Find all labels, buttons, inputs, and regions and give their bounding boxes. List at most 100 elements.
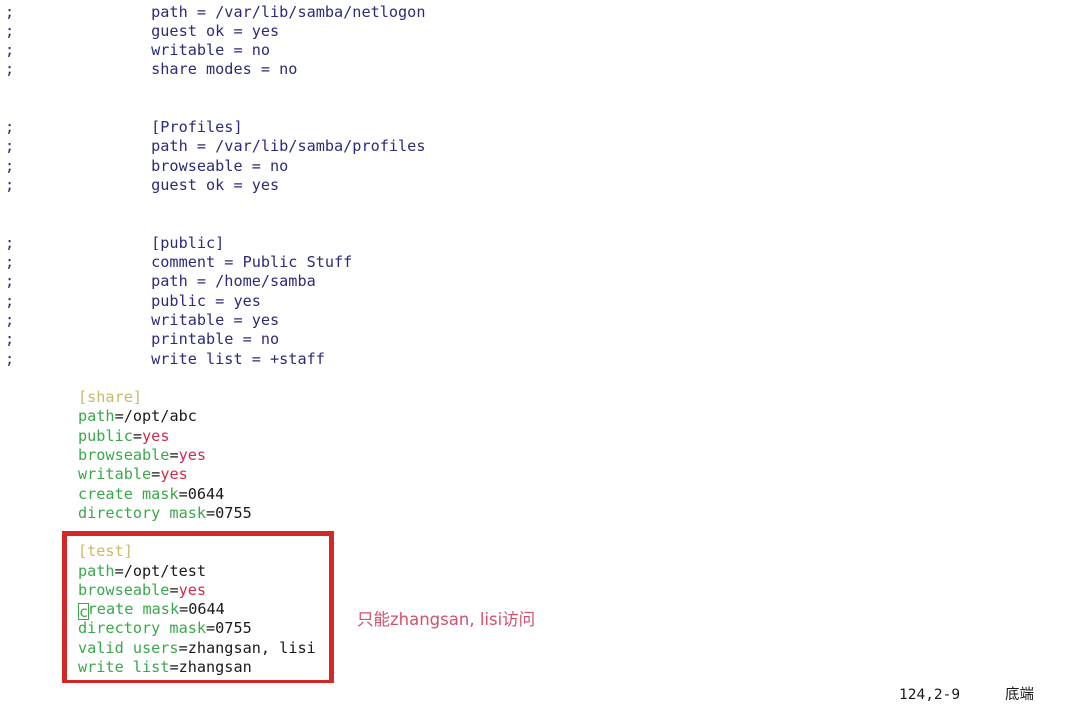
code-line[interactable]: ; share modes = no bbox=[0, 60, 1069, 79]
code-line-text: valid users=zhangsan, lisi bbox=[78, 639, 316, 658]
code-line-text: write list = +staff bbox=[78, 350, 325, 369]
code-token-punct: = bbox=[132, 426, 143, 445]
comment-marker: ; bbox=[5, 156, 15, 175]
code-token-val: yes bbox=[178, 445, 207, 464]
comment-marker: ; bbox=[5, 60, 15, 79]
code-line-text: create mask=0644 bbox=[78, 485, 224, 504]
code-token-val: yes bbox=[142, 426, 170, 445]
code-line[interactable]: public=yes bbox=[0, 427, 1069, 446]
code-line-text: browseable=yes bbox=[78, 446, 206, 465]
code-token-key: directory mask bbox=[78, 503, 207, 522]
code-token-plain: =/opt/abc bbox=[114, 407, 197, 426]
code-token-plain: =/opt/test bbox=[114, 561, 207, 580]
code-token-plain: =0755 bbox=[206, 503, 252, 522]
code-line[interactable]: valid users=zhangsan, lisi bbox=[0, 639, 1069, 658]
code-line[interactable]: browseable=yes bbox=[0, 581, 1069, 600]
code-line[interactable]: ; writable = no bbox=[0, 41, 1069, 60]
comment-marker: ; bbox=[5, 41, 15, 60]
code-line[interactable]: ; comment = Public Stuff bbox=[0, 253, 1069, 272]
code-line-text: path = /var/lib/samba/profiles bbox=[78, 137, 425, 156]
code-token-comment: guest ok = yes bbox=[78, 176, 280, 195]
code-line[interactable]: ; path = /var/lib/samba/netlogon bbox=[0, 3, 1069, 22]
code-token-plain: =0755 bbox=[206, 619, 252, 638]
code-token-comment: path = /var/lib/samba/profiles bbox=[78, 137, 426, 156]
code-token-comment: writable = no bbox=[78, 41, 271, 60]
code-line-text: browseable=yes bbox=[78, 581, 206, 600]
code-line-text: browseable = no bbox=[78, 157, 288, 176]
text-cursor[interactable]: c bbox=[78, 603, 90, 621]
code-line[interactable]: ; browseable = no bbox=[0, 157, 1069, 176]
code-line[interactable]: path=/opt/test bbox=[0, 562, 1069, 581]
code-token-key: reate mask bbox=[87, 600, 180, 619]
code-token-key: path bbox=[78, 561, 115, 580]
code-token-punct: = bbox=[169, 580, 179, 599]
code-token-comment: browseable = no bbox=[78, 156, 289, 175]
vim-status-bar: 124,2-9 底端 bbox=[0, 683, 1069, 707]
code-line-text: writable=yes bbox=[78, 465, 188, 484]
code-token-val: yes bbox=[160, 465, 188, 484]
code-line[interactable] bbox=[0, 80, 1069, 99]
code-token-comment: write list = +staff bbox=[78, 349, 325, 368]
code-token-key: browseable bbox=[78, 580, 170, 599]
code-line[interactable]: ; guest ok = yes bbox=[0, 22, 1069, 41]
code-line[interactable]: write list=zhangsan bbox=[0, 658, 1069, 677]
code-line[interactable] bbox=[0, 215, 1069, 234]
cursor-position-ruler: 124,2-9 bbox=[899, 687, 961, 703]
code-line[interactable] bbox=[0, 523, 1069, 542]
code-line[interactable]: directory mask=0755 bbox=[0, 504, 1069, 523]
code-line[interactable]: ; write list = +staff bbox=[0, 350, 1069, 369]
comment-marker: ; bbox=[5, 310, 15, 329]
code-line[interactable]: [share] bbox=[0, 388, 1069, 407]
code-line[interactable]: ; [Profiles] bbox=[0, 118, 1069, 137]
code-token-comment: [Profiles] bbox=[78, 118, 243, 137]
code-token-header: [share] bbox=[78, 388, 143, 407]
code-line-text: create mask=0644 bbox=[78, 600, 225, 621]
code-line[interactable]: writable=yes bbox=[0, 465, 1069, 484]
chinese-annotation-note: 只能zhangsan, lisi访问 bbox=[357, 610, 536, 629]
code-line[interactable]: path=/opt/abc bbox=[0, 407, 1069, 426]
code-line[interactable] bbox=[0, 369, 1069, 388]
code-line[interactable]: ; path = /home/samba bbox=[0, 272, 1069, 291]
comment-marker: ; bbox=[5, 349, 15, 368]
code-token-comment: writable = yes bbox=[78, 310, 280, 329]
code-line[interactable]: [test] bbox=[0, 542, 1069, 561]
code-token-key: valid users bbox=[78, 638, 179, 657]
code-line-text: comment = Public Stuff bbox=[78, 253, 352, 272]
code-line-text: [share] bbox=[78, 388, 142, 407]
code-token-val: yes bbox=[178, 580, 207, 599]
code-token-comment: path = /var/lib/samba/netlogon bbox=[78, 2, 426, 21]
code-line-text: write list=zhangsan bbox=[78, 658, 252, 677]
code-token-comment: share modes = no bbox=[78, 60, 298, 79]
code-line-text: directory mask=0755 bbox=[78, 504, 252, 523]
code-token-comment: path = /home/samba bbox=[78, 272, 316, 291]
code-line-text: path=/opt/abc bbox=[78, 407, 197, 426]
code-line-text: path = /var/lib/samba/netlogon bbox=[78, 3, 425, 22]
code-line[interactable] bbox=[0, 99, 1069, 118]
comment-marker: ; bbox=[5, 233, 15, 252]
code-line[interactable]: ; [public] bbox=[0, 234, 1069, 253]
code-line[interactable] bbox=[0, 195, 1069, 214]
comment-marker: ; bbox=[5, 118, 15, 137]
code-line[interactable]: ; guest ok = yes bbox=[0, 176, 1069, 195]
code-token-comment: comment = Public Stuff bbox=[78, 253, 353, 272]
code-token-plain: =zhangsan, lisi bbox=[178, 638, 316, 657]
code-token-plain: =0644 bbox=[179, 600, 225, 619]
code-token-key: writable bbox=[78, 465, 152, 484]
comment-marker: ; bbox=[5, 2, 15, 21]
code-token-plain: =zhangsan bbox=[169, 658, 252, 677]
comment-marker: ; bbox=[5, 253, 15, 272]
code-line-text: writable = yes bbox=[78, 311, 279, 330]
code-line-text: directory mask=0755 bbox=[78, 619, 252, 638]
code-line[interactable]: create mask=0644 bbox=[0, 485, 1069, 504]
vim-editor-viewport[interactable]: ; path = /var/lib/samba/netlogon; guest … bbox=[0, 0, 1069, 695]
code-line[interactable]: ; writable = yes bbox=[0, 311, 1069, 330]
code-line[interactable]: ; path = /var/lib/samba/profiles bbox=[0, 137, 1069, 156]
scroll-position-label: 底端 bbox=[1005, 687, 1034, 703]
code-line[interactable]: ; printable = no bbox=[0, 330, 1069, 349]
code-line[interactable]: ; public = yes bbox=[0, 292, 1069, 311]
code-token-comment: printable = no bbox=[78, 330, 280, 349]
code-token-key: create mask bbox=[78, 484, 179, 503]
code-line-text: [public] bbox=[78, 234, 224, 253]
code-line-text: share modes = no bbox=[78, 60, 297, 79]
code-line[interactable]: browseable=yes bbox=[0, 446, 1069, 465]
